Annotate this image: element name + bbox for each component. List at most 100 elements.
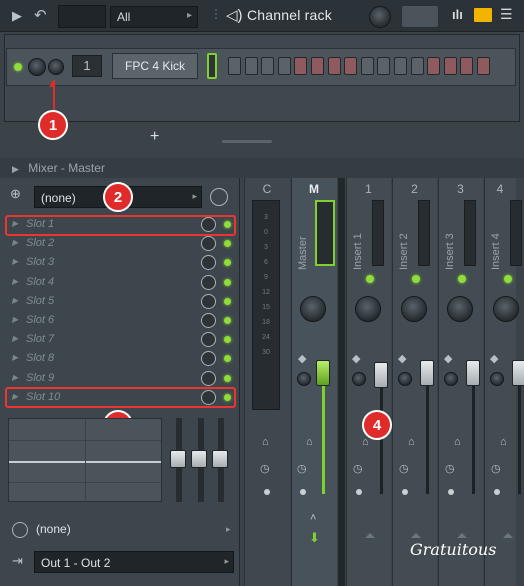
swing-knob[interactable] bbox=[369, 6, 391, 28]
step-button[interactable] bbox=[460, 57, 474, 75]
undo-icon[interactable]: ↶ bbox=[34, 6, 47, 24]
clock-icon[interactable]: ◷ bbox=[445, 462, 455, 475]
mute-led[interactable] bbox=[458, 275, 466, 283]
effect-slot[interactable]: ▶ Slot 7 bbox=[8, 331, 236, 349]
channel-active-led[interactable] bbox=[14, 63, 22, 71]
clock-icon[interactable]: ◷ bbox=[260, 462, 270, 475]
slot-arrow-icon[interactable]: ▶ bbox=[12, 373, 18, 382]
eq-graph[interactable] bbox=[8, 418, 162, 503]
speaker-icon[interactable]: ◁) bbox=[226, 6, 243, 24]
volume-fader[interactable] bbox=[374, 362, 388, 388]
effect-slot[interactable]: ▶ Slot 4 bbox=[8, 274, 236, 292]
slot-mix-knob[interactable] bbox=[201, 332, 216, 348]
step-button[interactable] bbox=[427, 57, 441, 75]
mute-led[interactable] bbox=[504, 275, 512, 283]
eq-clock-icon[interactable] bbox=[12, 522, 28, 538]
send-arrow-icon[interactable] bbox=[365, 533, 375, 538]
step-button[interactable] bbox=[377, 57, 391, 75]
slot-mix-knob[interactable] bbox=[201, 313, 216, 328]
mixer-track-number[interactable]: 1 bbox=[72, 55, 102, 77]
step-button[interactable] bbox=[477, 57, 490, 75]
swing-display[interactable] bbox=[401, 5, 439, 28]
master-fader[interactable] bbox=[316, 360, 330, 386]
menu-icon[interactable]: ☰ bbox=[500, 6, 513, 23]
step-button[interactable] bbox=[311, 57, 324, 75]
slot-enable-led[interactable] bbox=[224, 297, 231, 305]
clock-icon[interactable]: ◷ bbox=[353, 462, 363, 475]
step-button[interactable] bbox=[327, 57, 341, 75]
slot-enable-led[interactable] bbox=[224, 374, 231, 382]
rack-scrollbar[interactable] bbox=[222, 140, 272, 143]
output-select[interactable]: Out 1 - Out 2 ▸ bbox=[34, 551, 234, 573]
filter-select[interactable]: All ▸ bbox=[110, 6, 198, 28]
clock-icon[interactable] bbox=[210, 188, 228, 206]
send-arrow-icon[interactable] bbox=[457, 533, 467, 538]
step-button[interactable] bbox=[244, 57, 258, 75]
step-button[interactable] bbox=[410, 57, 424, 75]
step-button[interactable] bbox=[394, 57, 407, 75]
slot-arrow-icon[interactable]: ▶ bbox=[12, 238, 18, 247]
slot-enable-led[interactable] bbox=[224, 240, 231, 248]
slot-enable-led[interactable] bbox=[224, 317, 231, 324]
slot-enable-led[interactable] bbox=[224, 336, 231, 344]
slot-mix-knob[interactable] bbox=[201, 236, 216, 252]
channel-pan-knob[interactable] bbox=[48, 59, 64, 75]
collapse-arrow-icon[interactable]: ▶ bbox=[12, 164, 19, 174]
eq-mid-fader[interactable] bbox=[191, 450, 207, 468]
chevron-up-icon[interactable]: ˄ bbox=[310, 512, 316, 524]
route-icon[interactable]: ⌂ bbox=[306, 436, 313, 448]
slot-mix-knob[interactable] bbox=[201, 351, 216, 367]
channel-volume-knob[interactable] bbox=[28, 58, 46, 76]
slot-arrow-icon[interactable]: ▶ bbox=[12, 296, 18, 305]
eq-high-fader[interactable] bbox=[212, 450, 228, 468]
volume-fader[interactable] bbox=[512, 360, 524, 386]
slot-arrow-icon[interactable]: ▶ bbox=[12, 353, 18, 362]
slot-mix-knob[interactable] bbox=[201, 370, 216, 386]
route-icon[interactable]: ⌂ bbox=[262, 436, 269, 448]
pan-knob[interactable] bbox=[300, 296, 326, 322]
mute-led[interactable] bbox=[412, 275, 420, 283]
route-icon[interactable]: ⌂ bbox=[362, 436, 369, 448]
slot-arrow-icon[interactable]: ▶ bbox=[12, 257, 18, 266]
route-icon[interactable]: ⌂ bbox=[454, 436, 461, 448]
channel-name-button[interactable]: FPC 4 Kick bbox=[112, 53, 198, 79]
pan-knob[interactable] bbox=[493, 296, 519, 322]
effect-slot[interactable]: ▶ Slot 3 bbox=[8, 254, 236, 272]
step-button[interactable] bbox=[360, 57, 374, 75]
drag-handle-icon[interactable]: ⋮ bbox=[210, 7, 222, 21]
add-channel-icon[interactable]: + bbox=[150, 128, 159, 146]
step-button[interactable] bbox=[294, 57, 308, 75]
slot-mix-knob[interactable] bbox=[201, 274, 216, 290]
step-button[interactable] bbox=[443, 57, 457, 75]
clock-icon[interactable]: ◷ bbox=[399, 462, 409, 475]
send-arrow-icon[interactable] bbox=[503, 533, 513, 538]
graph-view-icon[interactable]: ılı bbox=[452, 7, 463, 22]
slot-arrow-icon[interactable]: ▶ bbox=[12, 334, 18, 343]
preset-disk-icon[interactable]: ⊕ bbox=[10, 186, 30, 206]
step-button[interactable] bbox=[277, 57, 291, 75]
stereo-icon[interactable]: ◆ bbox=[352, 352, 360, 365]
slot-mix-knob[interactable] bbox=[201, 293, 216, 309]
stereo-icon[interactable]: ◆ bbox=[490, 352, 498, 365]
effect-slot[interactable]: ▶ Slot 8 bbox=[8, 350, 236, 368]
stereo-knob[interactable] bbox=[398, 372, 412, 386]
step-button[interactable] bbox=[228, 57, 241, 75]
eq-select-value[interactable]: (none) bbox=[36, 522, 71, 536]
eq-low-fader[interactable] bbox=[170, 450, 186, 468]
clock-icon[interactable]: ◷ bbox=[297, 462, 307, 475]
slot-arrow-icon[interactable]: ▶ bbox=[12, 315, 18, 324]
pan-knob[interactable] bbox=[447, 296, 473, 322]
effect-slot[interactable]: ▶ Slot 9 bbox=[8, 370, 236, 388]
route-icon[interactable]: ⌂ bbox=[408, 436, 415, 448]
send-arrow-icon[interactable]: ⬇ bbox=[309, 530, 320, 546]
stereo-knob[interactable] bbox=[297, 372, 311, 386]
step-button[interactable] bbox=[344, 57, 358, 75]
clock-icon[interactable]: ◷ bbox=[491, 462, 501, 475]
stereo-knob[interactable] bbox=[352, 372, 366, 386]
slot-enable-led[interactable] bbox=[224, 278, 231, 286]
slot-arrow-icon[interactable]: ▶ bbox=[12, 277, 18, 286]
stereo-icon[interactable]: ◆ bbox=[298, 352, 306, 365]
stereo-knob[interactable] bbox=[490, 372, 504, 386]
pan-knob[interactable] bbox=[401, 296, 427, 322]
slot-enable-led[interactable] bbox=[224, 355, 231, 363]
